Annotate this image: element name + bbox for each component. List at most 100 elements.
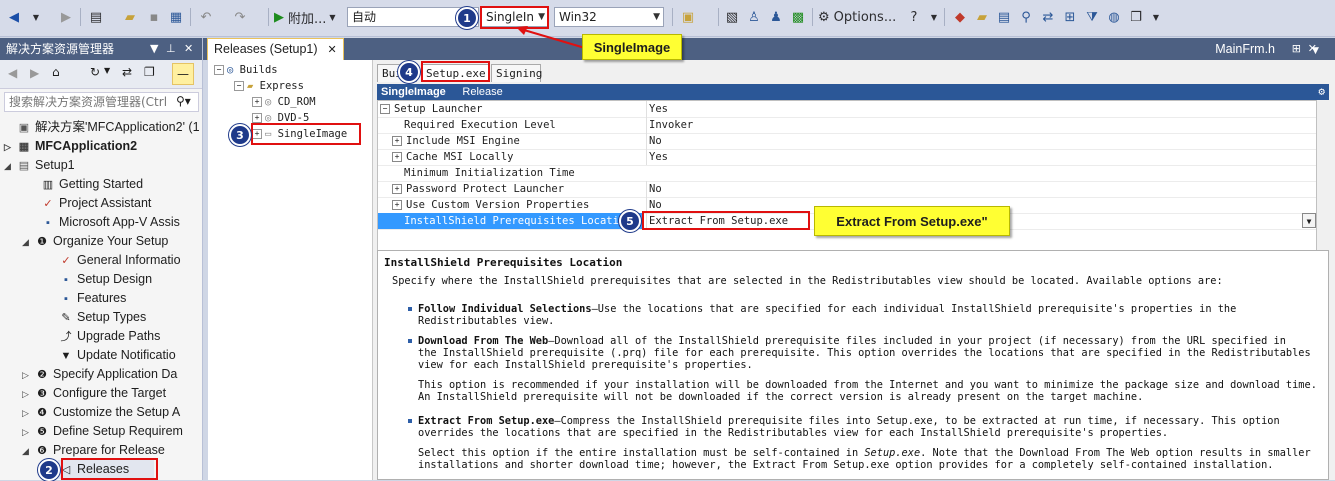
dropdown-arrow-icon[interactable]: ▼ — [104, 66, 110, 75]
filter-icon[interactable]: ⧩ — [1082, 7, 1102, 27]
attach-button[interactable]: ▶ 附加... ▼ — [274, 7, 344, 27]
property-row[interactable]: + Password Protect Launcher No — [378, 181, 1316, 198]
dropdown-arrow-icon[interactable]: ▼ — [1146, 7, 1166, 27]
tree-node-express[interactable]: − ▰ Express — [234, 78, 304, 94]
team-icon[interactable]: ♙ — [744, 7, 764, 27]
deploy-icon[interactable]: ▤ — [994, 7, 1014, 27]
properties-icon[interactable]: — — [172, 63, 194, 85]
refresh-icon[interactable]: ⇄ — [122, 65, 132, 79]
home-icon[interactable]: ⌂ — [52, 65, 60, 79]
properties-icon[interactable]: ▧ — [722, 7, 742, 27]
undo-icon[interactable]: ↶ — [196, 7, 216, 27]
search-icon[interactable]: ⚲▾ — [176, 94, 191, 108]
chart-icon[interactable]: ▩ — [788, 7, 808, 27]
tree-item-define-requirements[interactable]: ▷ ❺ Define Setup Requirem — [22, 422, 183, 441]
gear-icon: ⚙ — [818, 9, 830, 25]
tree-item-mfcapplication2[interactable]: ▷ ▦ MFCApplication2 — [4, 137, 137, 156]
dropdown-arrow-icon[interactable]: ▼ — [150, 38, 158, 60]
web-icon[interactable]: ◍ — [1104, 7, 1124, 27]
help-title: InstallShield Prerequisites Location — [384, 256, 623, 269]
dropdown-arrow-icon: ▼ — [329, 12, 336, 22]
annotation-callout-singleimage: SingleImage — [582, 34, 682, 60]
tree-node-cd-rom[interactable]: + ◎ CD_ROM — [252, 94, 316, 110]
user-icon[interactable]: ♟ — [766, 7, 786, 27]
back-icon[interactable]: ◀ — [4, 7, 24, 27]
setup-project-icon: ▤ — [18, 160, 30, 172]
settings-icon[interactable]: ⚙ — [1318, 84, 1325, 100]
design-icon: ▪ — [64, 274, 68, 286]
help-icon[interactable]: ? — [904, 7, 924, 27]
dropdown-arrow-icon[interactable]: ▼ — [924, 7, 944, 27]
forward-icon[interactable]: ▶ — [56, 7, 76, 27]
find-icon[interactable]: ▣ — [678, 7, 698, 27]
tree-item-specify-app-data[interactable]: ▷ ❷ Specify Application Da — [22, 365, 177, 384]
solution-explorer-title-bar: 解决方案资源管理器 ▼ ⊥ ✕ — [0, 38, 202, 60]
step-1-icon: ❶ — [37, 236, 47, 248]
forward-icon[interactable]: ▶ — [30, 66, 39, 80]
bullet-icon — [408, 419, 412, 423]
step-2-icon: ❷ — [37, 369, 47, 381]
dropdown-arrow-icon[interactable]: ▼ — [26, 7, 46, 27]
attach-label: 附加... — [288, 11, 327, 27]
tree-item-features[interactable]: ▪ Features — [58, 289, 126, 308]
window-icon[interactable]: ❐ — [1126, 7, 1146, 27]
tree-item-organize-setup[interactable]: ◢ ❶ Organize Your Setup — [22, 232, 168, 251]
tree-item-customize-setup[interactable]: ▷ ❹ Customize the Setup A — [22, 403, 180, 422]
tab-mainfrm-h[interactable]: MainFrm.h — [1215, 38, 1275, 60]
pin-icon[interactable]: ⊥ — [166, 38, 176, 60]
tree-item-configure-target[interactable]: ▷ ❸ Configure the Target — [22, 384, 166, 403]
tree-item-getting-started[interactable]: ▥ Getting Started — [40, 175, 143, 194]
annotation-arrow — [516, 26, 586, 49]
main-toolbar: ◀ ▼ ▶ ▤ ▰ ▪ ▦ ↶ ↷ ▶ 附加... ▼ 自动 SingleIn … — [0, 0, 1335, 37]
back-icon[interactable]: ◀ — [8, 66, 17, 80]
pin-icon[interactable]: ⊞ — [1292, 38, 1301, 60]
search-icon[interactable]: ⚲ — [1016, 7, 1036, 27]
tab-releases-setup1[interactable]: Releases (Setup1) ✕ — [207, 38, 344, 60]
tab-signing[interactable]: Signing — [491, 64, 542, 82]
collapse-icon[interactable]: ❐ — [144, 65, 155, 79]
step-4-icon: ❹ — [37, 407, 47, 419]
tree-item-appv[interactable]: ▪ Microsoft App-V Assis — [40, 213, 180, 232]
chevron-down-icon[interactable]: ▼ — [1302, 213, 1316, 228]
open-folder-icon[interactable]: ▰ — [120, 7, 140, 27]
tree-item-setup-types[interactable]: ✎ Setup Types — [58, 308, 146, 327]
step-5-icon: ❺ — [37, 426, 47, 438]
annotation-box-singleimage — [251, 123, 361, 145]
tree-icon[interactable]: ⊞ — [1060, 7, 1080, 27]
redo-icon[interactable]: ↷ — [230, 7, 250, 27]
tree-item-project-assistant[interactable]: ✓ Project Assistant — [40, 194, 151, 213]
solution-search-input[interactable]: 搜索解决方案资源管理器(Ctrl — [4, 92, 199, 112]
chevron-down-icon[interactable]: ▼ — [1312, 46, 1319, 56]
flow-icon[interactable]: ⇄ — [1038, 7, 1058, 27]
options-button[interactable]: ⚙ Options... — [818, 7, 902, 27]
property-row[interactable]: + Cache MSI Locally Yes — [378, 149, 1316, 166]
tree-item-upgrade-paths[interactable]: ⤴ Upgrade Paths — [58, 327, 161, 346]
tree-item-general-information[interactable]: ✓ General Informatio — [58, 251, 180, 270]
tree-item-solution[interactable]: ▣ 解决方案'MFCApplication2' (1 — [4, 118, 200, 137]
new-project-icon[interactable]: ▤ — [86, 7, 106, 27]
save-all-icon[interactable]: ▦ — [166, 7, 186, 27]
bullet-icon — [408, 307, 412, 311]
upgrade-icon: ⤴ — [60, 331, 72, 343]
tree-item-setup-design[interactable]: ▪ Setup Design — [58, 270, 152, 289]
close-icon[interactable]: ✕ — [184, 38, 193, 60]
sync-icon[interactable]: ↻ — [90, 65, 100, 79]
search-placeholder: 搜索解决方案资源管理器(Ctrl — [9, 95, 168, 109]
page-icon: ▥ — [42, 179, 54, 191]
package-icon[interactable]: ▰ — [972, 7, 992, 27]
release-header-bar: SingleImage Release ⚙ — [377, 84, 1329, 100]
build-icon[interactable]: ◆ — [950, 7, 970, 27]
funnel-icon: ▼ — [60, 350, 72, 362]
save-icon[interactable]: ▪ — [144, 7, 164, 27]
property-row[interactable]: Required Execution Level Invoker — [378, 117, 1316, 134]
folder-icon: ▰ — [247, 80, 254, 92]
property-row[interactable]: + Include MSI Engine No — [378, 133, 1316, 150]
annotation-badge-4: 4 — [398, 61, 420, 83]
tree-item-setup1[interactable]: ◢ ▤ Setup1 — [4, 156, 75, 175]
close-icon[interactable]: ✕ — [328, 44, 337, 56]
property-row[interactable]: Minimum Initialization Time — [378, 165, 1316, 182]
property-row[interactable]: − Setup Launcher Yes — [378, 101, 1316, 118]
tree-node-builds[interactable]: − ◎ Builds — [214, 62, 278, 78]
options-label: Options... — [833, 9, 897, 25]
tree-item-update-notifications[interactable]: ▼ Update Notificatio — [58, 346, 176, 365]
